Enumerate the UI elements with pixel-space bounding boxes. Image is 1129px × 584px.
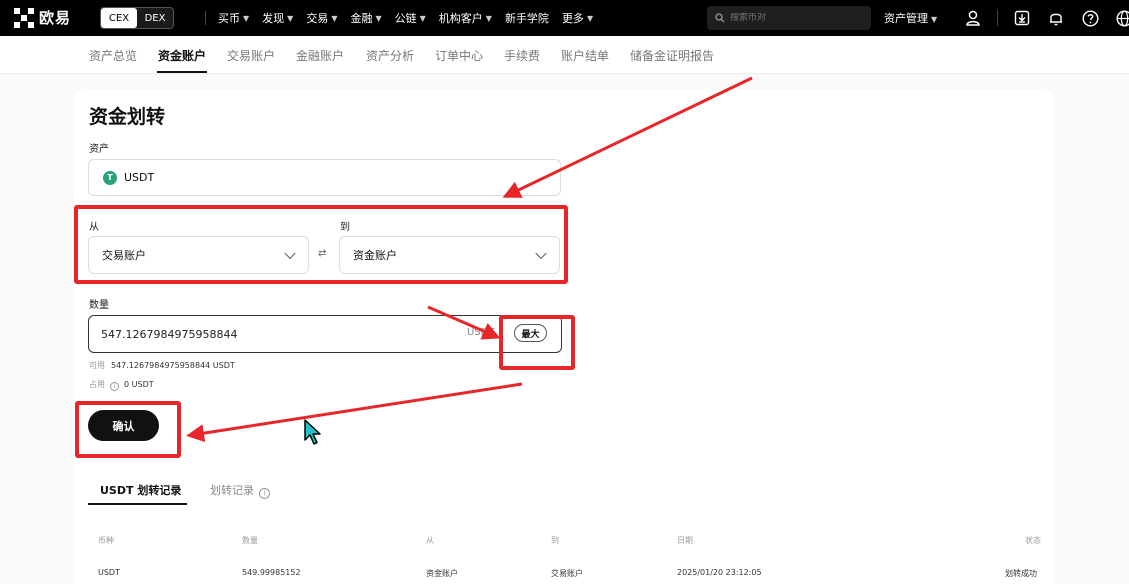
menu-finance[interactable]: 金融 ▼: [350, 10, 381, 26]
chevron-down-icon: ▼: [485, 13, 492, 23]
menu-institutional[interactable]: 机构客户 ▼: [439, 10, 492, 26]
amount-label: 数量: [89, 300, 109, 311]
page-title: 资金划转: [89, 106, 166, 128]
row-to: 交易账户: [551, 569, 583, 578]
amount-field: USDT: [88, 315, 562, 353]
tab-transfer-history[interactable]: 划转记录 i: [210, 482, 273, 499]
row-amount: 549.99985152: [242, 568, 301, 577]
amount-input[interactable]: [101, 327, 431, 341]
row-coin: USDT: [98, 568, 120, 577]
menu-label: 公链: [394, 12, 417, 25]
column-header-to: 到: [551, 536, 559, 545]
help-icon[interactable]: [1080, 8, 1100, 28]
highlight-from-to-box: [74, 205, 568, 284]
tab-usdt-transfer-history[interactable]: USDT 划转记录: [100, 482, 181, 498]
row-from: 资金账户: [426, 569, 458, 578]
chevron-down-icon: ▼: [931, 15, 938, 24]
column-header-date: 日期: [677, 536, 693, 545]
occupied-balance: 占用 i 0 USDT: [89, 379, 154, 391]
top-nav-bar: 欧易 CEX DEX 买币 ▼ 发现 ▼ 交易 ▼ 金融 ▼ 公链 ▼ 机构客户 ▼ 新手学…: [0, 0, 1129, 36]
top-menu: 买币 ▼ 发现 ▼ 交易 ▼ 金融 ▼ 公链 ▼ 机构客户 ▼ 新手学院 更多 ▼: [205, 0, 606, 36]
tab-funding-account[interactable]: 资金账户: [158, 47, 206, 64]
available-value: 547.1267984975958844 USDT: [111, 361, 235, 370]
menu-label: 金融: [350, 12, 373, 25]
globe-icon[interactable]: [1114, 8, 1129, 28]
menu-label: 发现: [262, 12, 285, 25]
usdt-coin-icon: T: [103, 170, 117, 185]
okx-logo-icon: [14, 7, 34, 28]
occupied-label: 占用: [89, 380, 105, 389]
column-header-amount: 数量: [242, 536, 258, 545]
occupied-value: 0 USDT: [124, 380, 154, 389]
tab-trading-account[interactable]: 交易账户: [227, 47, 275, 64]
menu-label: 新手学院: [504, 12, 549, 25]
nav-icon-group: [963, 8, 1129, 28]
available-label: 可用: [89, 361, 105, 370]
highlight-confirm-box: [75, 401, 181, 458]
account-sub-nav: 资产总览 资金账户 交易账户 金融账户 资产分析 订单中心 手续费 账户结单 储…: [0, 36, 1129, 74]
chevron-down-icon: ▼: [243, 13, 250, 23]
asset-label: 资产: [89, 144, 109, 155]
tab-asset-analysis[interactable]: 资产分析: [366, 47, 414, 64]
menu-label: 机构客户: [438, 12, 483, 25]
highlight-max-box: [499, 315, 575, 370]
available-balance: 可用 547.1267984975958844 USDT: [89, 360, 235, 371]
column-header-coin: 币种: [98, 536, 114, 545]
amount-unit: USDT: [467, 327, 495, 338]
tab-overview[interactable]: 资产总览: [89, 47, 137, 64]
user-icon[interactable]: [963, 8, 983, 28]
chevron-down-icon: ▼: [331, 13, 338, 23]
asset-management-menu[interactable]: 资产管理 ▼: [884, 10, 937, 26]
tab-statements[interactable]: 账户结单: [561, 47, 609, 64]
menu-label: 买币: [218, 12, 240, 25]
tab-finance-account[interactable]: 金融账户: [296, 47, 344, 64]
row-date: 2025/01/20 23:12:05: [677, 568, 762, 577]
menu-more[interactable]: 更多 ▼: [562, 10, 593, 26]
active-tab-underline: [157, 71, 207, 73]
menu-discover[interactable]: 发现 ▼: [262, 10, 293, 26]
info-icon[interactable]: i: [259, 488, 270, 499]
menu-trade[interactable]: 交易 ▼: [306, 10, 337, 26]
column-header-status: 状态: [1025, 536, 1041, 545]
menu-label: 更多: [561, 12, 584, 25]
transfer-history-label: 划转记录: [210, 484, 254, 497]
nav-divider: [997, 10, 998, 26]
mouse-cursor-icon: [304, 419, 321, 445]
chevron-down-icon: ▼: [375, 13, 382, 23]
asset-value: USDT: [124, 171, 155, 184]
search-icon: [715, 13, 725, 23]
cex-dex-toggle[interactable]: CEX DEX: [100, 7, 174, 29]
chevron-down-icon: ▼: [586, 13, 594, 23]
asset-management-label: 资产管理: [884, 12, 928, 25]
bell-icon[interactable]: [1046, 8, 1066, 28]
active-history-tab-underline: [88, 503, 187, 505]
menu-divider: [205, 11, 206, 25]
tab-proof-of-reserves[interactable]: 储备金证明报告: [630, 47, 714, 64]
chevron-down-icon: ▼: [419, 13, 426, 23]
menu-buy-crypto[interactable]: 买币 ▼: [218, 10, 249, 26]
tab-fees[interactable]: 手续费: [504, 47, 540, 64]
cex-tab[interactable]: CEX: [101, 8, 137, 28]
brand-logo[interactable]: 欧易: [14, 7, 71, 28]
chevron-down-icon: ▼: [287, 13, 294, 23]
search-input[interactable]: [730, 13, 860, 23]
menu-public-chain[interactable]: 公链 ▼: [395, 10, 426, 26]
download-icon[interactable]: [1012, 8, 1032, 28]
brand-name: 欧易: [39, 9, 72, 27]
asset-select[interactable]: T USDT: [88, 159, 561, 196]
search-box[interactable]: [707, 6, 871, 30]
menu-label: 交易: [306, 12, 329, 25]
dex-tab[interactable]: DEX: [137, 8, 173, 28]
menu-academy[interactable]: 新手学院: [505, 10, 549, 26]
column-header-from: 从: [426, 536, 434, 545]
tab-order-center[interactable]: 订单中心: [435, 47, 483, 64]
info-icon[interactable]: i: [110, 382, 119, 391]
row-status: 划转成功: [1005, 569, 1037, 578]
